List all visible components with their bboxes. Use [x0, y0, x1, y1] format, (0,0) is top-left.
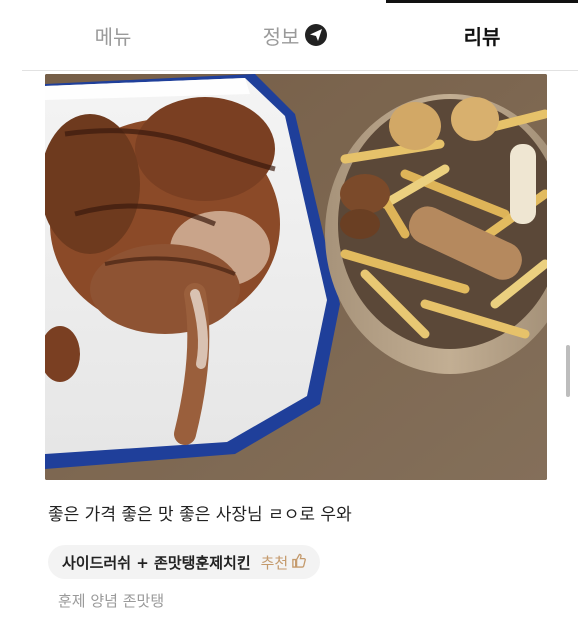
recommend-label: 추천: [260, 553, 289, 572]
tab-info-label: 정보: [262, 24, 300, 49]
review-photo[interactable]: [45, 74, 547, 480]
scrollbar[interactable]: [566, 345, 570, 397]
menu-chip[interactable]: 사이드러쉬 + 존맛탱훈제치킨 추천: [48, 545, 321, 579]
tab-menu[interactable]: 메뉴: [22, 0, 204, 70]
tab-bar: 메뉴 정보 리뷰: [22, 0, 578, 70]
tab-review[interactable]: 리뷰: [386, 0, 578, 70]
review-sub-text: 훈제 양념 존맛탱: [58, 592, 165, 610]
tab-info[interactable]: 정보: [204, 0, 386, 70]
recommend-badge: 추천: [261, 552, 307, 573]
tab-menu-label: 메뉴: [94, 24, 132, 49]
tab-review-label: 리뷰: [463, 24, 501, 49]
menu-chip-label: 사이드러쉬 + 존맛탱훈제치킨: [62, 553, 251, 572]
tab-divider: [22, 70, 578, 71]
review-text: 좋은 가격 좋은 맛 좋은 사장님 ㄹㅇ로 우와: [48, 505, 352, 525]
send-icon: [305, 24, 328, 46]
thumbs-up-icon: [291, 553, 307, 572]
